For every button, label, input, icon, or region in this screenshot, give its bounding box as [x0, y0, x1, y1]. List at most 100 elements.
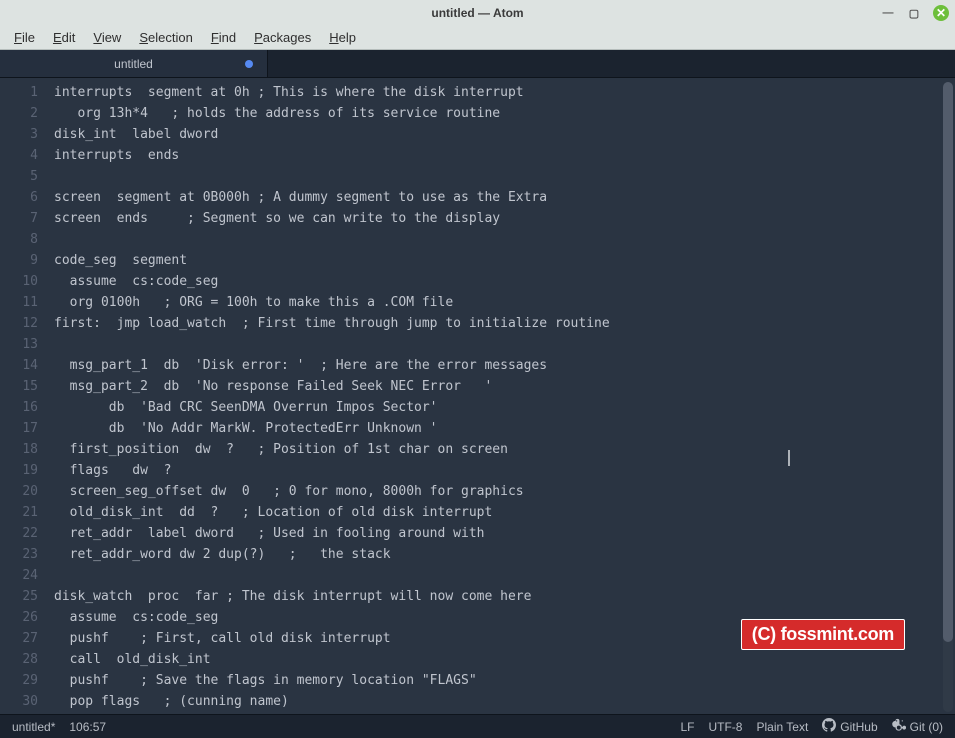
- code-line[interactable]: old_disk_int dd ? ; Location of old disk…: [54, 502, 955, 523]
- code-line[interactable]: org 13h*4 ; holds the address of its ser…: [54, 103, 955, 124]
- line-number: 16: [0, 397, 48, 418]
- line-number: 29: [0, 670, 48, 691]
- line-number: 6: [0, 187, 48, 208]
- code-line[interactable]: disk_int label dword: [54, 124, 955, 145]
- line-number: 8: [0, 229, 48, 250]
- line-number: 11: [0, 292, 48, 313]
- line-number: 3: [0, 124, 48, 145]
- git-branch-icon: [892, 718, 906, 735]
- status-github-label: GitHub: [840, 720, 877, 734]
- code-line[interactable]: ret_addr label dword ; Used in fooling a…: [54, 523, 955, 544]
- menu-packages-rest: ackages: [263, 30, 311, 45]
- code-line[interactable]: screen_seg_offset dw 0 ; 0 for mono, 800…: [54, 481, 955, 502]
- code-line[interactable]: pushf ; Save the flags in memory locatio…: [54, 670, 955, 691]
- statusbar: untitled* 106:57 LF UTF-8 Plain Text Git…: [0, 714, 955, 738]
- line-number: 25: [0, 586, 48, 607]
- code-line[interactable]: disk_watch proc far ; The disk interrupt…: [54, 586, 955, 607]
- menu-packages[interactable]: Packages: [246, 28, 319, 47]
- menu-file-rest: ile: [22, 30, 35, 45]
- menu-selection-rest: election: [148, 30, 193, 45]
- titlebar: untitled — Atom — ▢ ✕: [0, 0, 955, 26]
- vertical-scrollbar[interactable]: [943, 82, 953, 712]
- line-number: 21: [0, 502, 48, 523]
- menu-help-rest: elp: [339, 30, 356, 45]
- scroll-thumb[interactable]: [943, 82, 953, 642]
- code-line[interactable]: code_seg segment: [54, 250, 955, 271]
- close-button[interactable]: ✕: [933, 5, 949, 21]
- menu-file[interactable]: File: [6, 28, 43, 47]
- line-number: 17: [0, 418, 48, 439]
- menu-view[interactable]: View: [85, 28, 129, 47]
- code-line[interactable]: flags dw ?: [54, 460, 955, 481]
- line-number: 12: [0, 313, 48, 334]
- line-number: 1: [0, 82, 48, 103]
- status-grammar[interactable]: Plain Text: [756, 720, 808, 734]
- menubar: File Edit View Selection Find Packages H…: [0, 26, 955, 50]
- line-number: 14: [0, 355, 48, 376]
- menu-find[interactable]: Find: [203, 28, 244, 47]
- line-number: 22: [0, 523, 48, 544]
- code-line[interactable]: first: jmp load_watch ; First time throu…: [54, 313, 955, 334]
- status-git[interactable]: Git (0): [892, 718, 943, 735]
- line-number: 4: [0, 145, 48, 166]
- line-number: 28: [0, 649, 48, 670]
- menu-selection[interactable]: Selection: [131, 28, 200, 47]
- status-eol[interactable]: LF: [680, 720, 694, 734]
- line-number: 26: [0, 607, 48, 628]
- line-number: 9: [0, 250, 48, 271]
- code-line[interactable]: pop flags ; (cunning name): [54, 691, 955, 712]
- status-git-label: Git (0): [910, 720, 943, 734]
- line-number: 13: [0, 334, 48, 355]
- watermark-badge: (C) fossmint.com: [741, 619, 905, 650]
- text-cursor-icon: [788, 450, 790, 466]
- tab-untitled[interactable]: untitled: [0, 50, 268, 77]
- code-line[interactable]: [54, 334, 955, 355]
- code-line[interactable]: db 'Bad CRC SeenDMA Overrun Impos Sector…: [54, 397, 955, 418]
- line-number: 19: [0, 460, 48, 481]
- line-number: 23: [0, 544, 48, 565]
- line-number: 5: [0, 166, 48, 187]
- line-number: 7: [0, 208, 48, 229]
- menu-find-rest: ind: [219, 30, 236, 45]
- status-github[interactable]: GitHub: [822, 718, 877, 735]
- menu-edit[interactable]: Edit: [45, 28, 83, 47]
- code-line[interactable]: screen segment at 0B000h ; A dummy segme…: [54, 187, 955, 208]
- status-filename[interactable]: untitled*: [12, 720, 55, 734]
- code-line[interactable]: assume cs:code_seg: [54, 271, 955, 292]
- status-encoding[interactable]: UTF-8: [708, 720, 742, 734]
- line-number: 18: [0, 439, 48, 460]
- line-number: 10: [0, 271, 48, 292]
- line-number: 2: [0, 103, 48, 124]
- code-line[interactable]: db 'No Addr MarkW. ProtectedErr Unknown …: [54, 418, 955, 439]
- status-cursor-position[interactable]: 106:57: [69, 720, 106, 734]
- editor-pane[interactable]: 1234567891011121314151617181920212223242…: [0, 78, 955, 714]
- code-line[interactable]: interrupts ends: [54, 145, 955, 166]
- menu-help[interactable]: Help: [321, 28, 364, 47]
- code-line[interactable]: ret_addr_word dw 2 dup(?) ; the stack: [54, 544, 955, 565]
- code-line[interactable]: [54, 565, 955, 586]
- line-number: 15: [0, 376, 48, 397]
- code-line[interactable]: interrupts segment at 0h ; This is where…: [54, 82, 955, 103]
- line-number: 27: [0, 628, 48, 649]
- code-line[interactable]: org 0100h ; ORG = 100h to make this a .C…: [54, 292, 955, 313]
- line-number: 30: [0, 691, 48, 712]
- window-title: untitled — Atom: [431, 6, 523, 20]
- code-line[interactable]: msg_part_2 db 'No response Failed Seek N…: [54, 376, 955, 397]
- menu-view-rest: iew: [102, 30, 122, 45]
- code-line[interactable]: [54, 166, 955, 187]
- line-gutter: 1234567891011121314151617181920212223242…: [0, 78, 48, 714]
- tabbar: untitled: [0, 50, 955, 78]
- code-line[interactable]: [54, 229, 955, 250]
- maximize-button[interactable]: ▢: [907, 6, 921, 20]
- minimize-button[interactable]: —: [881, 6, 895, 20]
- github-icon: [822, 718, 836, 735]
- code-line[interactable]: first_position dw ? ; Position of 1st ch…: [54, 439, 955, 460]
- menu-edit-rest: dit: [62, 30, 76, 45]
- tab-title: untitled: [114, 57, 153, 71]
- code-line[interactable]: msg_part_1 db 'Disk error: ' ; Here are …: [54, 355, 955, 376]
- line-number: 24: [0, 565, 48, 586]
- line-number: 20: [0, 481, 48, 502]
- code-line[interactable]: screen ends ; Segment so we can write to…: [54, 208, 955, 229]
- code-line[interactable]: call old_disk_int: [54, 649, 955, 670]
- modified-indicator-icon: [245, 60, 253, 68]
